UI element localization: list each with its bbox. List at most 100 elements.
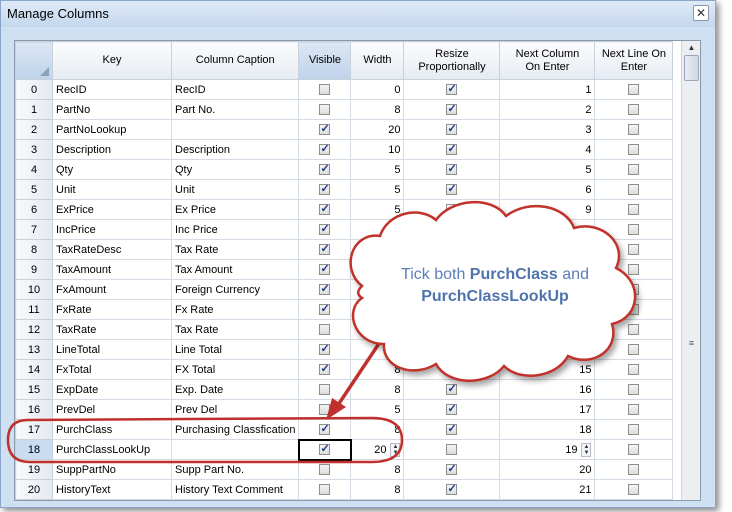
key-cell[interactable]: TaxRate	[52, 319, 172, 340]
next-column-cell[interactable]: 1	[499, 79, 596, 100]
visible-checkbox[interactable]	[319, 282, 331, 296]
width-cell[interactable]: 8	[350, 419, 405, 440]
resize-checkbox[interactable]	[446, 362, 458, 376]
caption-cell[interactable]: Foreign Currency	[170, 279, 300, 300]
resize-checkbox[interactable]	[446, 402, 458, 416]
resize-checkbox[interactable]	[446, 142, 458, 156]
next-column-cell[interactable]: 20	[499, 459, 596, 480]
resize-cell[interactable]	[403, 459, 501, 480]
key-cell[interactable]: ExPrice	[52, 199, 172, 220]
resize-checkbox[interactable]	[446, 244, 458, 256]
next-column-cell[interactable]: 2	[499, 99, 596, 120]
next-line-cell[interactable]	[594, 239, 674, 260]
visible-cell[interactable]	[298, 199, 352, 220]
table-row[interactable]: 14FxTotalFX Total 8 15	[15, 359, 674, 380]
next-column-cell[interactable]	[499, 319, 596, 340]
caption-cell[interactable]: Tax Rate	[170, 239, 300, 260]
next-line-checkbox[interactable]	[628, 484, 640, 496]
row-number[interactable]: 7	[15, 219, 53, 240]
key-cell[interactable]: TaxAmount	[52, 259, 172, 280]
table-row[interactable]: 15ExpDateExp. Date 8 16	[15, 379, 674, 400]
next-line-checkbox[interactable]	[628, 204, 640, 216]
row-number[interactable]: 10	[15, 279, 53, 300]
visible-checkbox[interactable]	[319, 384, 331, 396]
key-cell[interactable]: PartNoLookup	[52, 119, 172, 140]
resize-checkbox[interactable]	[446, 482, 458, 496]
next-column-cell[interactable]: 6	[499, 179, 596, 200]
next-line-cell[interactable]	[594, 339, 674, 360]
resize-cell[interactable]	[403, 379, 501, 400]
visible-cell[interactable]	[298, 99, 352, 120]
row-number[interactable]: 17	[15, 419, 53, 440]
caption-cell[interactable]: Line Total	[170, 339, 300, 360]
next-line-checkbox[interactable]	[628, 344, 640, 356]
width-cell[interactable]: 5	[350, 399, 405, 420]
next-line-cell[interactable]	[594, 199, 674, 220]
visible-cell[interactable]	[298, 319, 352, 340]
visible-cell[interactable]	[298, 399, 352, 420]
width-cell[interactable]: 8	[350, 479, 405, 500]
width-cell[interactable]: 5	[350, 179, 405, 200]
width-cell[interactable]: 8	[350, 379, 405, 400]
next-line-checkbox[interactable]	[628, 384, 640, 396]
width-cell[interactable]: 5	[350, 199, 405, 220]
visible-cell[interactable]	[298, 479, 352, 500]
visible-cell[interactable]	[298, 139, 352, 160]
width-cell[interactable]: 20 ▲ ▼	[350, 439, 405, 460]
caption-cell[interactable]	[170, 119, 300, 140]
resize-cell[interactable]	[403, 239, 501, 260]
caption-cell[interactable]: Inc Price	[170, 219, 300, 240]
resize-checkbox[interactable]	[446, 324, 458, 336]
caption-cell[interactable]: Qty	[170, 159, 300, 180]
next-column-cell[interactable]	[499, 239, 596, 260]
next-column-cell[interactable]	[499, 339, 596, 360]
visible-checkbox[interactable]	[319, 484, 331, 496]
col-header-width[interactable]: Width	[350, 41, 405, 80]
width-cell[interactable]	[350, 319, 405, 340]
key-cell[interactable]: HistoryText	[52, 479, 172, 500]
table-row[interactable]: 1PartNoPart No. 8 2	[15, 99, 674, 120]
visible-cell[interactable]	[298, 259, 352, 280]
resize-cell[interactable]	[403, 79, 501, 100]
visible-cell[interactable]	[298, 419, 352, 440]
next-line-checkbox[interactable]	[628, 184, 640, 196]
next-line-cell[interactable]	[594, 159, 674, 180]
key-cell[interactable]: Unit	[52, 179, 172, 200]
row-number[interactable]: 2	[15, 119, 53, 140]
row-number[interactable]: 13	[15, 339, 53, 360]
next-line-checkbox[interactable]	[628, 264, 640, 276]
visible-cell[interactable]	[298, 459, 352, 480]
next-line-cell[interactable]	[594, 319, 674, 340]
width-cell[interactable]: 20	[350, 119, 405, 140]
caption-cell[interactable]: Tax Amount	[170, 259, 300, 280]
next-line-cell[interactable]	[594, 379, 674, 400]
resize-cell[interactable]	[403, 179, 501, 200]
visible-cell[interactable]	[298, 239, 352, 260]
next-column-cell[interactable]: 19 ▲ ▼	[499, 439, 596, 460]
table-row[interactable]: 3DescriptionDescription104	[15, 139, 674, 160]
row-number[interactable]: 1	[15, 99, 53, 120]
key-cell[interactable]: IncPrice	[52, 219, 172, 240]
next-line-checkbox[interactable]	[628, 84, 640, 96]
key-cell[interactable]: ExpDate	[52, 379, 172, 400]
resize-cell[interactable]	[403, 479, 501, 500]
table-row[interactable]: 6ExPriceEx Price 5 9	[15, 199, 674, 220]
width-cell[interactable]: 5	[350, 219, 405, 240]
next-column-cell[interactable]: 3	[499, 119, 596, 140]
resize-cell[interactable]	[403, 319, 501, 340]
resize-checkbox[interactable]	[446, 122, 458, 136]
width-cell[interactable]: 8	[350, 359, 405, 380]
caption-cell[interactable]	[170, 439, 300, 460]
caption-cell[interactable]: Exp. Date	[170, 379, 300, 400]
width-cell[interactable]: 0	[350, 79, 405, 100]
resize-checkbox[interactable]	[446, 102, 458, 116]
visible-cell[interactable]	[298, 79, 352, 100]
table-row[interactable]: 2PartNoLookup 20 3	[15, 119, 674, 140]
next-line-cell[interactable]	[594, 439, 674, 460]
row-number[interactable]: 5	[15, 179, 53, 200]
spin-icon[interactable]: ▲ ▼	[390, 442, 401, 457]
key-cell[interactable]: LineTotal	[52, 339, 172, 360]
next-line-checkbox[interactable]	[628, 444, 640, 456]
row-number[interactable]: 16	[15, 399, 53, 420]
key-cell[interactable]: Description	[52, 139, 172, 160]
